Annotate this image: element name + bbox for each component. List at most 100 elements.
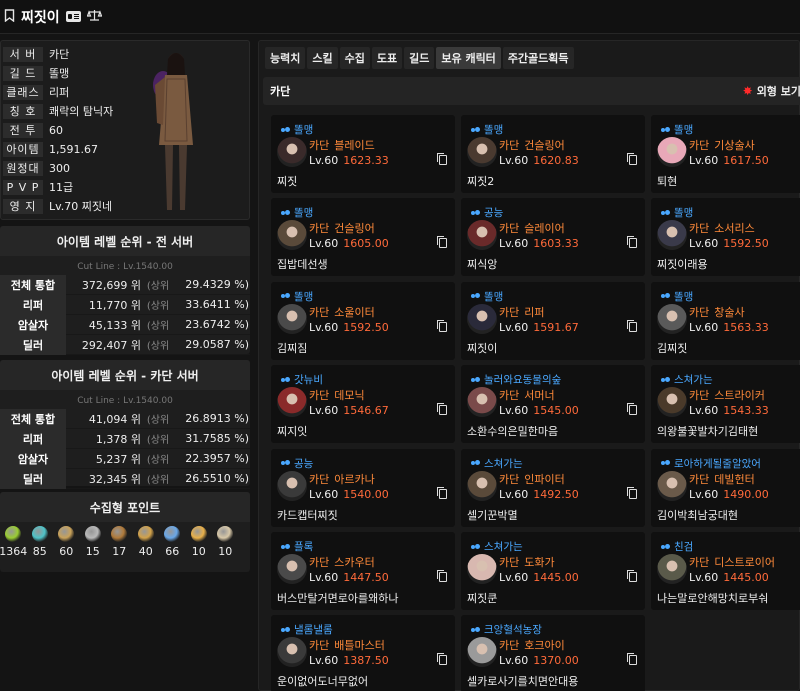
character-card[interactable]: 스쳐가는 카단 도화가 Lv.60 1445.00 찌짓쿤: [461, 532, 645, 610]
copy-icon[interactable]: [437, 153, 447, 165]
tab-item[interactable]: 도표: [371, 47, 403, 69]
bookmark-icon[interactable]: [4, 8, 15, 25]
item-level: 1492.50: [533, 487, 579, 501]
collectible-item[interactable]: 85: [27, 526, 54, 558]
rank-all-cutline: Cut Line : Lv.1540.00: [77, 262, 173, 272]
collectible-item[interactable]: 17: [106, 526, 133, 558]
copy-icon[interactable]: [437, 486, 447, 499]
guild-members-icon: [661, 126, 670, 134]
rank-category: 전체 통합: [0, 274, 66, 295]
character-level: Lv.60: [689, 404, 719, 418]
character-server: 카단: [309, 222, 330, 236]
profile-row: 길 드 똘맹: [3, 65, 69, 81]
rank-percent: 26.5510 %): [185, 472, 249, 485]
character-card[interactable]: 스쳐가는 카단 인파이터 Lv.60 1492.50 셀기꾼박멸: [461, 448, 645, 527]
character-portrait: [277, 220, 307, 251]
collectible-item[interactable]: 10: [212, 526, 239, 558]
character-card[interactable]: 낼롬낼롬 카단 배틀마스터 Lv.60 1387.50 운이없어도너무없어: [271, 615, 455, 691]
character-card[interactable]: 똘맹 카단 건슬링어 Lv.60 1605.00 집밥데선생: [271, 198, 455, 277]
item-level: 1490.00: [723, 487, 769, 501]
guild-members-icon: [281, 209, 290, 217]
rank-percent: 22.3957 %): [185, 452, 249, 465]
item-level: 1563.33: [723, 320, 769, 334]
collectible-item[interactable]: 1364: [0, 526, 27, 558]
tab-item[interactable]: 스킬: [307, 47, 338, 69]
collectible-value: 10: [191, 545, 206, 558]
guild-name: 똘맹: [294, 290, 314, 303]
character-server: 카단: [309, 556, 330, 569]
character-server: 카단: [309, 389, 330, 403]
item-level: 1447.50: [343, 571, 389, 584]
guild-row: 놀러와요동물의숲: [471, 372, 561, 387]
orpheus-star-icon: [190, 526, 207, 542]
copy-icon[interactable]: [437, 319, 447, 332]
tab-item[interactable]: 보유 캐릭터: [436, 47, 501, 69]
giant-heart-icon: [84, 526, 101, 542]
character-card[interactable]: 똘맹 카단 건슬링어 Lv.60 1620.83 찌짓2: [461, 115, 645, 193]
character-card[interactable]: 똘맹 카단 리퍼 Lv.60 1591.67 찌짓이: [461, 281, 645, 360]
level-row: Lv.60 1563.33: [689, 321, 769, 334]
character-name: 운이없어도너무없어: [277, 675, 369, 689]
tab-item[interactable]: 능력치: [265, 47, 306, 69]
collectible-item[interactable]: 40: [133, 526, 160, 558]
character-card[interactable]: 플록 카단 스카우터 Lv.60 1447.50 버스만탈거면로아를왜하나: [271, 532, 455, 610]
rank-row: 리퍼 1,378 위 (상위 31.7585 %): [0, 428, 250, 449]
guild-members-icon: [661, 292, 670, 300]
character-card[interactable]: 로아하게될줄알았어 카단 데빌헌터 Lv.60 1490.00 김이박최남궁대현: [651, 448, 800, 527]
character-card[interactable]: 공능 카단 슬레이어 Lv.60 1603.33 찌식앙: [461, 198, 645, 277]
guild-name: 친검: [674, 541, 694, 553]
copy-icon[interactable]: [627, 236, 637, 249]
character-card[interactable]: 똘맹 카단 블레이드 Lv.60 1623.33 찌짓: [271, 115, 455, 193]
guild-name: 낼롬낼롬: [294, 624, 333, 637]
copy-icon[interactable]: [627, 153, 637, 165]
collectible-item[interactable]: 15: [80, 526, 107, 558]
copy-icon[interactable]: [627, 653, 637, 666]
rank-row: 암살자 5,237 위 (상위 22.3957 %): [0, 448, 250, 469]
copy-icon[interactable]: [627, 319, 637, 332]
tab-item[interactable]: 수집: [339, 47, 370, 69]
copy-icon[interactable]: [437, 653, 447, 666]
omnium-star-icon: [217, 526, 234, 542]
copy-icon[interactable]: [627, 486, 637, 499]
rank-position: 5,237 위: [95, 452, 141, 466]
rank-position: 11,770 위: [88, 298, 141, 312]
collectible-item[interactable]: 60: [53, 526, 80, 558]
character-card[interactable]: 스쳐가는 카단 스트라이커 Lv.60 1543.33 의왕불꽃발차기김태현: [651, 365, 800, 444]
profile-label: 전 투: [3, 122, 43, 138]
profile-label: 클래스: [3, 84, 43, 100]
copy-icon[interactable]: [437, 570, 447, 582]
character-server: 카단: [689, 305, 710, 319]
profile-value: 60: [49, 123, 63, 137]
copy-icon[interactable]: [437, 403, 447, 416]
character-level: Lv.60: [309, 404, 339, 418]
collectible-item[interactable]: 10: [186, 526, 213, 558]
character-server: 카단: [309, 139, 330, 152]
collectible-item[interactable]: 66: [159, 526, 186, 558]
rank-top-label: (상위: [146, 281, 170, 292]
character-card[interactable]: 똘맹 카단 소서리스 Lv.60 1592.50 찌짓이래용: [651, 198, 800, 277]
character-avatar: [153, 53, 193, 210]
rank-top-label: (상위: [146, 301, 170, 312]
item-level: 1370.00: [533, 654, 579, 668]
character-card[interactable]: 친검 카단 디스트로이어 Lv.60 1445.00 나는말로안해망치로부숴: [651, 532, 800, 610]
balance-scale-icon[interactable]: [86, 9, 103, 25]
character-card[interactable]: 똘맹 카단 기상술사 Lv.60 1617.50 퇴현: [651, 115, 800, 193]
appearance-view-toggle[interactable]: ✸ 외형 보기: [743, 77, 800, 105]
tab-item[interactable]: 주간골드획득: [502, 47, 574, 69]
tab-item[interactable]: 길드: [404, 47, 435, 69]
character-card[interactable]: 똘맹 카단 창술사 Lv.60 1563.33 김찌짓: [651, 281, 800, 360]
character-card[interactable]: 크앙혈석농장 카단 호크아이 Lv.60 1370.00 셀카로사기를치면안대용: [461, 615, 645, 691]
copy-icon[interactable]: [627, 403, 637, 416]
copy-icon[interactable]: [437, 236, 447, 249]
profile-row: 칭 호 쾌락의 탐닉자: [3, 103, 113, 119]
character-card[interactable]: 공능 카단 아르카나 Lv.60 1540.00 카드캡터찌짓: [271, 448, 455, 527]
character-card[interactable]: 놀러와요동물의숲 카단 서머너 Lv.60 1545.00 소환수의은밀한마음: [461, 365, 645, 444]
copy-icon[interactable]: [627, 570, 637, 582]
guild-name: 똘맹: [484, 290, 504, 303]
character-name: 카드캡터찌짓: [277, 508, 338, 522]
id-card-icon[interactable]: [65, 11, 81, 22]
character-name-title: 찌짓이: [21, 9, 60, 26]
character-card[interactable]: 똘맹 카단 소울이터 Lv.60 1592.50 김찌짐: [271, 281, 455, 360]
character-card[interactable]: 갓뉴비 카단 데모닉 Lv.60 1546.67 찌지잇: [271, 365, 455, 444]
item-level: 1592.50: [723, 237, 769, 251]
